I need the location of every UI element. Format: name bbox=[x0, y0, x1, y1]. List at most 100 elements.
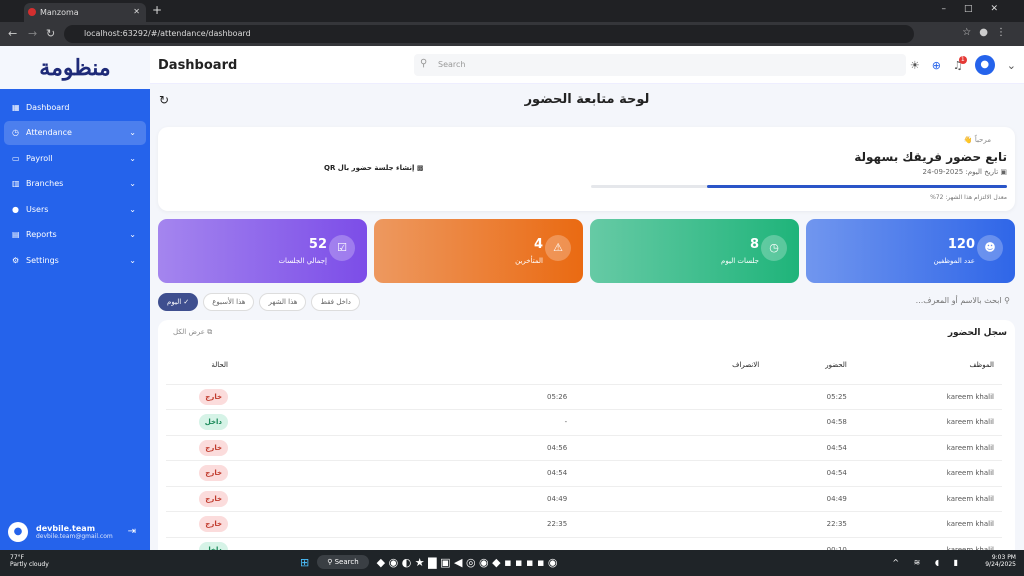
table-cell: خارج bbox=[166, 460, 236, 487]
attendance-records: سجل الحضور ⧉ عرض الكل الموظف الحضور الان… bbox=[158, 320, 1015, 550]
table-row[interactable]: kareem khalil 04:54 04:54 خارج bbox=[166, 460, 1002, 487]
weather-widget[interactable]: 77°F Partly cloudy bbox=[10, 554, 49, 568]
sidebar-item-label: Users bbox=[26, 204, 49, 214]
calendar-check-icon: ☑ bbox=[329, 235, 355, 261]
status-badge: خارج bbox=[199, 490, 228, 507]
new-tab-button[interactable]: + bbox=[152, 3, 162, 17]
table-cell: خارج bbox=[166, 511, 236, 538]
theme-toggle-icon[interactable]: ☀ bbox=[910, 59, 920, 72]
filter-month[interactable]: هذا الشهر bbox=[259, 293, 307, 311]
filter-inside-only[interactable]: داخل فقط bbox=[311, 293, 360, 311]
chip-label: اليوم bbox=[167, 298, 182, 306]
sidebar-item-payroll[interactable]: ▭ Payroll ⌄ bbox=[4, 146, 146, 170]
records-title: سجل الحضور bbox=[947, 328, 1007, 338]
card-icon: ▭ bbox=[12, 153, 20, 163]
sidebar-item-dashboard[interactable]: ▦ Dashboard bbox=[4, 95, 146, 119]
stat-card-late: ⚠ 4 المتأخرين bbox=[374, 219, 583, 283]
sidebar-item-users[interactable]: ● Users ⌄ bbox=[4, 197, 146, 221]
warning-icon: ⚠ bbox=[545, 235, 571, 261]
clock[interactable]: 9:03 PM 9/24/2025 bbox=[985, 554, 1016, 568]
back-icon[interactable]: ← bbox=[8, 27, 17, 40]
stat-value: 4 bbox=[533, 237, 543, 252]
sidebar-item-label: Branches bbox=[26, 179, 64, 189]
search-input[interactable]: ⚲ Search bbox=[414, 54, 906, 76]
chevron-down-icon: ⌄ bbox=[129, 179, 136, 189]
table-row[interactable]: kareem khalil 05:25 05:26 خارج bbox=[166, 384, 1002, 410]
progress-fill bbox=[707, 185, 1007, 188]
url-input[interactable]: localhost:63292/#/attendance/dashboard bbox=[64, 25, 914, 43]
table-cell: kareem khalil bbox=[854, 435, 1002, 461]
notification-bell-icon[interactable]: ♫ 1 bbox=[953, 55, 967, 72]
refresh-icon[interactable]: ↻ bbox=[159, 93, 169, 107]
chevron-down-icon[interactable]: ⌄ bbox=[1007, 59, 1016, 72]
table-cell: kareem khalil bbox=[854, 486, 1002, 512]
building-icon: ▥ bbox=[12, 179, 20, 189]
attendance-table: الموظف الحضور الانصراف الحالة kareem kha… bbox=[166, 347, 1002, 550]
table-cell: داخل bbox=[166, 409, 236, 436]
window-controls[interactable]: –□✕ bbox=[941, 4, 1016, 14]
table-row[interactable]: kareem khalil 22:35 22:35 خارج bbox=[166, 511, 1002, 538]
stat-label: جلسات اليوم bbox=[721, 257, 759, 265]
table-cell: داخل bbox=[166, 537, 236, 550]
filter-week[interactable]: هذا الأسبوع bbox=[203, 293, 255, 311]
users-icon: ☻ bbox=[977, 235, 1003, 261]
chart-icon: ▤ bbox=[12, 230, 20, 240]
create-qr-session-button[interactable]: ▩ إنشاء جلسة حضور بال QR bbox=[324, 164, 423, 172]
table-cell: خارج bbox=[166, 384, 236, 410]
logout-icon[interactable]: ⇥ bbox=[128, 526, 136, 537]
status-badge: داخل bbox=[198, 541, 228, 550]
stats-cards: ☑ 52 إجمالي الجلسات ⚠ 4 المتأخرين ◷ 8 جلسات ال… bbox=[158, 219, 1015, 283]
filter-chips: ✓ اليوم هذا الأسبوع هذا الشهر داخل فقط bbox=[158, 293, 360, 311]
table-row[interactable]: kareem khalil 04:58- داخل bbox=[166, 409, 1002, 436]
sidebar-item-settings[interactable]: ⚙ Settings ⌄ bbox=[4, 249, 146, 273]
system-tray-icons[interactable]: ^ ≋ ◖ ▮ bbox=[892, 558, 964, 567]
chevron-down-icon: ⌄ bbox=[129, 128, 136, 138]
forward-icon[interactable]: → bbox=[28, 27, 37, 40]
table-cell: kareem khalil bbox=[854, 511, 1002, 538]
browser-toolbar-icons[interactable]: ☆●⋮ bbox=[962, 27, 1014, 38]
sidebar-item-branches[interactable]: ▥ Branches ⌄ bbox=[4, 172, 146, 196]
table-row[interactable]: kareem khalil 00:10 داخل bbox=[166, 537, 1002, 550]
top-header: Dashboard ⚲ Search ☀ ⊕ ♫ 1 ● ⌄ bbox=[150, 46, 1024, 84]
table-row[interactable]: kareem khalil 04:49 04:49 خارج bbox=[166, 486, 1002, 512]
grid-icon: ▦ bbox=[12, 102, 20, 112]
table-cell: 05:26 bbox=[236, 384, 768, 410]
chevron-down-icon: ⌄ bbox=[129, 230, 136, 240]
table-row[interactable]: kareem khalil 04:54 04:56 خارج bbox=[166, 435, 1002, 461]
stat-value: 120 bbox=[947, 237, 975, 252]
status-badge: داخل bbox=[198, 414, 228, 431]
welcome-card: مرحباً 👋 تابع حضور فريقك بسهولة ▣ تاريخ … bbox=[158, 127, 1015, 211]
table-cell: خارج bbox=[166, 486, 236, 512]
table-cell: 04:49 bbox=[767, 486, 855, 512]
sidebar-item-label: Payroll bbox=[26, 153, 53, 163]
stat-card-employees: ☻ 120 عدد الموظفين bbox=[806, 219, 1015, 283]
reload-icon[interactable]: ↻ bbox=[46, 27, 55, 40]
table-cell: 05:25 bbox=[767, 384, 855, 410]
table-cell: 00:10 bbox=[767, 537, 855, 550]
taskbar-search[interactable]: ⚲ Search bbox=[317, 555, 369, 569]
start-icon[interactable]: ⊞ bbox=[300, 556, 309, 569]
browser-tab[interactable]: Manzoma ✕ bbox=[24, 3, 146, 22]
sidebar-item-attendance[interactable]: ◷ Attendance ⌄ bbox=[4, 120, 146, 145]
user-email: devbile.team@gmail.com bbox=[36, 533, 113, 540]
language-globe-icon[interactable]: ⊕ bbox=[932, 59, 941, 72]
table-cell: kareem khalil bbox=[854, 537, 1002, 550]
sidebar-item-reports[interactable]: ▤ Reports ⌄ bbox=[4, 223, 146, 247]
search-placeholder: Search bbox=[438, 60, 466, 69]
avatar[interactable]: ● bbox=[974, 55, 995, 75]
user-profile[interactable]: ● devbile.team devbile.team@gmail.com ⇥ bbox=[0, 514, 150, 550]
close-tab-icon[interactable]: ✕ bbox=[133, 7, 140, 16]
chevron-down-icon: ⌄ bbox=[129, 256, 136, 266]
app-icons[interactable]: ◆ ◉ ◐ ★ ▇ ▣ ◀ ◎ ◉ ◆ ▪ ▪ ▪ ▪ ◉ bbox=[377, 556, 558, 569]
greeting: مرحباً 👋 bbox=[963, 136, 991, 144]
gear-icon: ⚙ bbox=[12, 256, 20, 266]
status-badge: خارج bbox=[199, 439, 228, 456]
table-search-input[interactable]: ⚲ ابحث بالاسم أو المعرف... bbox=[916, 296, 1010, 305]
column-header: الحالة bbox=[166, 347, 236, 385]
table-cell: kareem khalil bbox=[854, 384, 1002, 410]
view-all-link[interactable]: ⧉ عرض الكل bbox=[173, 328, 212, 337]
filter-today[interactable]: ✓ اليوم bbox=[158, 293, 199, 311]
table-cell: 22:35 bbox=[236, 511, 768, 538]
taskbar-search-label: Search bbox=[334, 558, 359, 566]
stat-label: المتأخرين bbox=[515, 257, 543, 265]
